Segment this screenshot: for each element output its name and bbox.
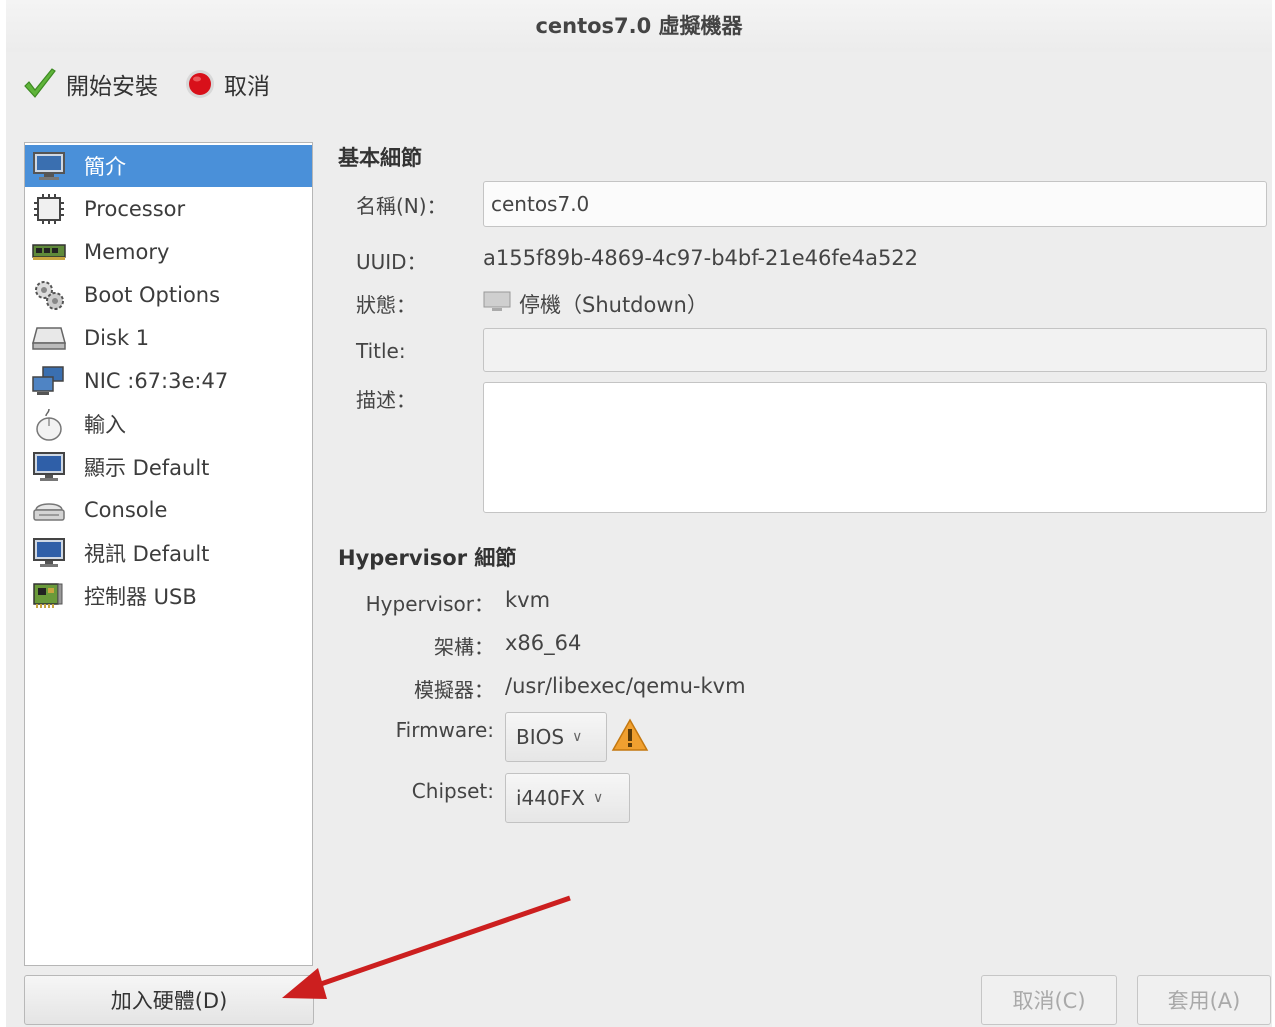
firmware-label: Firmware: (395, 718, 494, 742)
apply-button[interactable]: 套用(A) (1137, 975, 1271, 1025)
uuid-value: a155f89b-4869-4c97-b4bf-21e46fe4a522 (483, 246, 919, 270)
chevron-down-icon: ∨ (592, 790, 604, 806)
firmware-combo-value: BIOS (516, 725, 565, 749)
name-input[interactable]: centos7.0 (483, 181, 1267, 227)
sidebar-item-label: 控制器 USB (84, 585, 197, 609)
sidebar-item-input[interactable]: 輸入 (25, 403, 312, 445)
title-label: Title: (356, 339, 406, 363)
network-icon (31, 365, 67, 397)
begin-install-button[interactable]: 開始安裝 (22, 64, 158, 104)
console-icon (31, 494, 67, 526)
uuid-label: UUID： (356, 250, 427, 274)
hypervisor-details-heading: Hypervisor 細節 (338, 546, 517, 570)
architecture-value: x86_64 (505, 631, 582, 655)
emulator-value: /usr/libexec/qemu-kvm (505, 674, 746, 698)
hypervisor-label: Hypervisor： (365, 592, 494, 616)
sidebar-item-label: Boot Options (84, 283, 221, 307)
mouse-icon (31, 408, 67, 441)
sidebar-item-controller[interactable]: 控制器 USB (25, 575, 312, 617)
architecture-label: 架構： (434, 635, 494, 659)
hypervisor-value: kvm (505, 588, 551, 612)
sidebar-item-disk[interactable]: Disk 1 (25, 317, 312, 359)
cancel-install-button[interactable]: 取消 (184, 64, 270, 104)
emulator-label: 模擬器： (414, 678, 494, 702)
sidebar-item-label: Processor (84, 197, 186, 221)
firmware-combo[interactable]: BIOS ∨ (505, 712, 607, 762)
sidebar-item-nic[interactable]: NIC :67:3e:47 (25, 360, 312, 402)
cancel-install-label: 取消 (224, 74, 270, 100)
checkmark-icon (22, 66, 58, 102)
sidebar-item-label: Console (84, 498, 168, 522)
status-value: 停機（Shutdown） (519, 293, 708, 317)
sidebar-item-label: 輸入 (84, 413, 126, 437)
sidebar-item-display[interactable]: 顯示 Default (25, 446, 312, 488)
sidebar-item-label: Disk 1 (84, 326, 150, 350)
description-label: 描述： (356, 388, 416, 412)
vm-details-window: centos7.0 虛擬機器 開始安裝 取消 簡介 Processor Memo… (6, 0, 1272, 1027)
memory-stick-icon (31, 236, 67, 268)
chipset-combo[interactable]: i440FX ∨ (505, 773, 630, 823)
name-label: 名稱(N)： (356, 194, 447, 218)
chevron-down-icon: ∨ (572, 729, 583, 745)
title-input[interactable] (483, 328, 1267, 372)
gears-icon (31, 279, 67, 311)
sidebar-item-processor[interactable]: Processor (25, 188, 312, 230)
warning-icon (611, 717, 649, 757)
chipset-combo-value: i440FX (516, 786, 585, 810)
display-icon (31, 451, 67, 483)
stop-record-icon (184, 68, 216, 100)
cancel-button[interactable]: 取消(C) (981, 975, 1117, 1025)
sidebar-item-label: 顯示 Default (84, 456, 210, 480)
sidebar-item-boot-options[interactable]: Boot Options (25, 274, 312, 316)
window-title: centos7.0 虛擬機器 (6, 0, 1272, 52)
sidebar-item-label: Memory (84, 240, 170, 264)
status-label: 狀態： (356, 293, 416, 317)
add-hardware-button[interactable]: 加入硬體(D) (24, 975, 314, 1025)
basic-details-heading: 基本細節 (338, 146, 422, 170)
status-value-group: 停機（Shutdown） (483, 289, 708, 319)
sidebar-item-console[interactable]: Console (25, 489, 312, 531)
controller-card-icon (31, 580, 67, 612)
sidebar-item-label: NIC :67:3e:47 (84, 369, 229, 393)
shutdown-monitor-icon (483, 291, 511, 317)
sidebar-item-label: 簡介 (84, 155, 126, 179)
hardware-list: 簡介 Processor Memory Boot Options Disk 1 (24, 142, 313, 966)
disk-drive-icon (31, 322, 67, 354)
sidebar-item-memory[interactable]: Memory (25, 231, 312, 273)
toolbar: 開始安裝 取消 (6, 58, 1272, 110)
description-textarea[interactable] (483, 382, 1267, 513)
video-icon (31, 537, 67, 569)
sidebar-item-overview[interactable]: 簡介 (25, 145, 312, 187)
sidebar-item-video[interactable]: 視訊 Default (25, 532, 312, 574)
chipset-label: Chipset: (411, 779, 494, 803)
monitor-icon (31, 150, 67, 182)
sidebar-item-label: 視訊 Default (84, 542, 210, 566)
cpu-chip-icon (31, 193, 67, 225)
begin-install-label: 開始安裝 (66, 74, 158, 100)
